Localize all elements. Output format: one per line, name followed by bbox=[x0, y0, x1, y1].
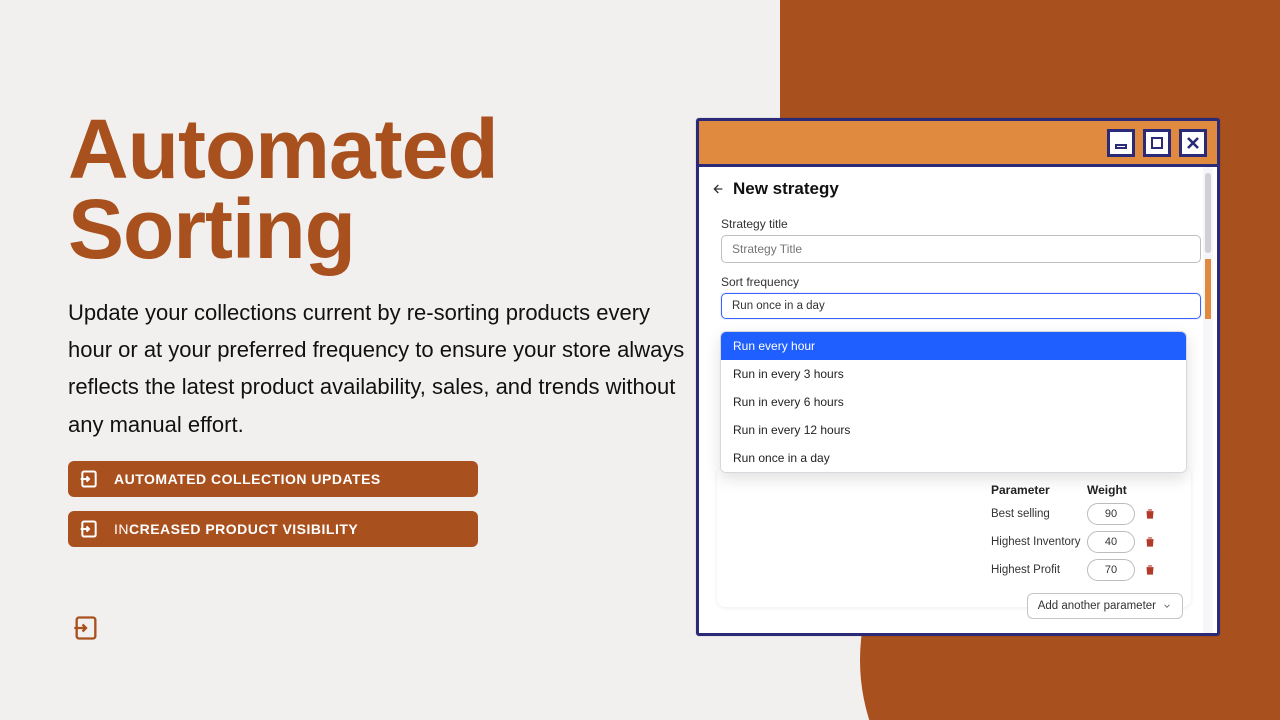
parameter-name: Highest Inventory bbox=[991, 536, 1087, 548]
sort-frequency-value: Run once in a day bbox=[732, 300, 825, 312]
app-scrollbar[interactable] bbox=[1203, 167, 1213, 633]
scroll-accent bbox=[1205, 259, 1211, 319]
sort-frequency-dropdown: Run every hour Run in every 3 hours Run … bbox=[720, 331, 1187, 473]
login-icon bbox=[78, 518, 100, 540]
sort-frequency-label: Sort frequency bbox=[721, 275, 1201, 289]
parameter-name: Best selling bbox=[991, 508, 1087, 520]
dropdown-option[interactable]: Run every hour bbox=[721, 332, 1186, 360]
window-close-button[interactable] bbox=[1179, 129, 1207, 157]
sort-frequency-select[interactable]: Run once in a day bbox=[721, 293, 1201, 319]
chevron-down-icon bbox=[1162, 601, 1172, 611]
window-maximize-button[interactable] bbox=[1143, 129, 1171, 157]
dropdown-option[interactable]: Run once in a day bbox=[721, 444, 1186, 472]
login-icon-ghost bbox=[72, 614, 100, 642]
parameter-row: Highest Profit 70 bbox=[991, 559, 1191, 581]
login-icon bbox=[78, 468, 100, 490]
feature-pill-1: AUTOMATED COLLECTION UPDATES bbox=[68, 461, 478, 497]
add-parameter-button[interactable]: Add another parameter bbox=[1027, 593, 1183, 619]
strategy-title-label: Strategy title bbox=[721, 217, 1201, 231]
back-arrow-icon[interactable] bbox=[709, 181, 725, 197]
page-title: New strategy bbox=[733, 179, 839, 199]
parameter-header-name: Parameter bbox=[991, 483, 1087, 497]
trash-icon[interactable] bbox=[1143, 507, 1157, 521]
feature-pill-1-label: AUTOMATED COLLECTION UPDATES bbox=[114, 471, 381, 487]
dropdown-option[interactable]: Run in every 12 hours bbox=[721, 416, 1186, 444]
app-window: New strategy Strategy title Sort frequen… bbox=[696, 118, 1220, 636]
parameter-weight-input[interactable]: 40 bbox=[1087, 531, 1135, 553]
description-text: Update your collections current by re-so… bbox=[68, 294, 688, 444]
parameter-header: Parameter Weight bbox=[991, 483, 1191, 497]
add-parameter-wrap: Add another parameter bbox=[1027, 581, 1183, 619]
scroll-thumb[interactable] bbox=[1205, 173, 1211, 253]
parameter-section: Parameter Weight Best selling 90 Highest… bbox=[991, 483, 1191, 581]
add-layer-button[interactable]: Add another layer bbox=[1054, 635, 1183, 636]
trash-icon[interactable] bbox=[1143, 535, 1157, 549]
headline-line2: Sorting bbox=[68, 182, 355, 276]
window-titlebar bbox=[699, 121, 1217, 167]
parameter-name: Highest Profit bbox=[991, 564, 1087, 576]
dropdown-option[interactable]: Run in every 3 hours bbox=[721, 360, 1186, 388]
headline: Automated Sorting bbox=[68, 110, 688, 270]
feature-pill-2-prefix: IN bbox=[114, 521, 129, 537]
parameter-row: Best selling 90 bbox=[991, 503, 1191, 525]
dropdown-option[interactable]: Run in every 6 hours bbox=[721, 388, 1186, 416]
feature-pill-2-label: CREASED PRODUCT VISIBILITY bbox=[129, 521, 358, 537]
add-parameter-label: Add another parameter bbox=[1038, 600, 1156, 612]
feature-pill-2: INCREASED PRODUCT VISIBILITY bbox=[68, 511, 478, 547]
marketing-column: Automated Sorting Update your collection… bbox=[68, 110, 688, 547]
strategy-title-input[interactable] bbox=[721, 235, 1201, 263]
window-minimize-button[interactable] bbox=[1107, 129, 1135, 157]
app-body: New strategy Strategy title Sort frequen… bbox=[699, 167, 1217, 633]
parameter-weight-input[interactable]: 90 bbox=[1087, 503, 1135, 525]
parameter-header-weight: Weight bbox=[1087, 483, 1147, 497]
page-header: New strategy bbox=[699, 167, 1217, 209]
trash-icon[interactable] bbox=[1143, 563, 1157, 577]
add-layer-wrap: Add another layer bbox=[1054, 623, 1183, 636]
parameter-weight-input[interactable]: 70 bbox=[1087, 559, 1135, 581]
parameter-row: Highest Inventory 40 bbox=[991, 531, 1191, 553]
strategy-form: Strategy title Sort frequency Run once i… bbox=[699, 217, 1217, 319]
